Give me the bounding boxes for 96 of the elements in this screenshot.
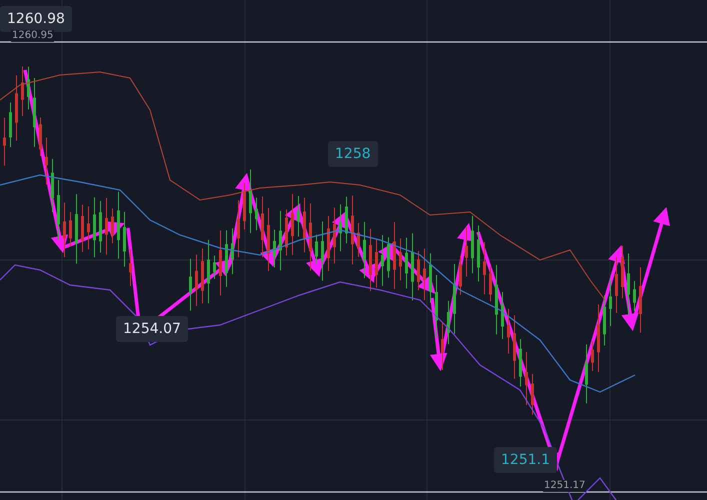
price-label: 1251.17: [543, 480, 586, 492]
candle: [201, 248, 204, 304]
candle: [69, 212, 72, 248]
candle: [297, 196, 300, 238]
candle: [465, 226, 468, 278]
candle: [117, 191, 120, 260]
candle: [255, 197, 258, 231]
candle: [609, 278, 612, 327]
candle: [417, 250, 420, 291]
candle: [15, 74, 18, 142]
candle: [231, 228, 234, 275]
candle: [261, 196, 264, 258]
candle: [525, 351, 528, 406]
candle: [303, 197, 306, 253]
candle: [45, 137, 48, 186]
candle: [249, 169, 252, 234]
candle: [615, 256, 618, 314]
candle: [483, 242, 486, 295]
candle: [339, 204, 342, 252]
candle: [507, 308, 510, 354]
candle: [351, 195, 354, 265]
candle: [123, 211, 126, 268]
candle: [357, 222, 360, 258]
price-label: 1251.1: [494, 447, 557, 473]
candle: [3, 117, 6, 166]
candle: [321, 220, 324, 282]
candle: [237, 200, 240, 258]
candle: [621, 245, 624, 299]
candle: [99, 200, 102, 254]
candle: [393, 222, 396, 290]
candle: [453, 264, 456, 334]
candle: [111, 208, 114, 244]
candle: [213, 255, 216, 280]
candle: [591, 340, 594, 372]
candle: [267, 207, 270, 272]
candle: [459, 255, 462, 296]
candle: [501, 291, 504, 340]
candle: [285, 208, 288, 256]
candle: [435, 274, 438, 338]
candle: [93, 196, 96, 258]
candle: [57, 180, 60, 240]
candle: [225, 230, 228, 288]
candle: [441, 321, 444, 371]
candle: [345, 196, 348, 244]
candle: [471, 215, 474, 274]
candle: [375, 238, 378, 288]
candle: [387, 236, 390, 278]
candle: [495, 264, 498, 335]
candle: [33, 78, 36, 148]
candle: [21, 66, 24, 117]
candle: [363, 221, 366, 279]
candle: [63, 202, 66, 258]
candle: [75, 194, 78, 264]
candle: [129, 248, 132, 287]
candle: [633, 280, 636, 312]
candle: [639, 266, 642, 334]
candle: [411, 232, 414, 302]
candle: [279, 210, 282, 271]
candle: [429, 252, 432, 304]
candle: [531, 373, 534, 416]
candle: [423, 248, 426, 301]
price-label: 1260.98: [0, 6, 72, 32]
candle: [597, 304, 600, 373]
price-label: 1254.07: [116, 316, 188, 342]
candle: [291, 193, 294, 256]
price-label: 1258: [328, 141, 378, 167]
candle: [399, 238, 402, 281]
candle: [9, 102, 12, 148]
candle: [369, 228, 372, 292]
candle: [405, 237, 408, 289]
candle: [87, 206, 90, 250]
candle: [81, 204, 84, 252]
candle: [381, 234, 384, 286]
candle: [519, 338, 522, 388]
candle: [39, 117, 42, 157]
candle: [627, 252, 630, 316]
candle: [219, 230, 222, 296]
candle: [513, 314, 516, 380]
candle: [447, 300, 450, 345]
candle: [309, 202, 312, 272]
candle: [315, 234, 318, 264]
candle: [333, 207, 336, 264]
candle: [51, 158, 54, 212]
candle: [207, 239, 210, 304]
candle: [477, 225, 480, 282]
candle: [273, 229, 276, 268]
candle: [27, 66, 30, 110]
candle: [189, 258, 192, 312]
price-label: 1260.95: [11, 30, 54, 42]
candle: [489, 266, 492, 302]
candle: [603, 295, 606, 346]
candle: [585, 344, 588, 404]
candle: [195, 254, 198, 306]
candle: [243, 182, 246, 230]
candle: [105, 198, 108, 256]
candle: [327, 215, 330, 272]
